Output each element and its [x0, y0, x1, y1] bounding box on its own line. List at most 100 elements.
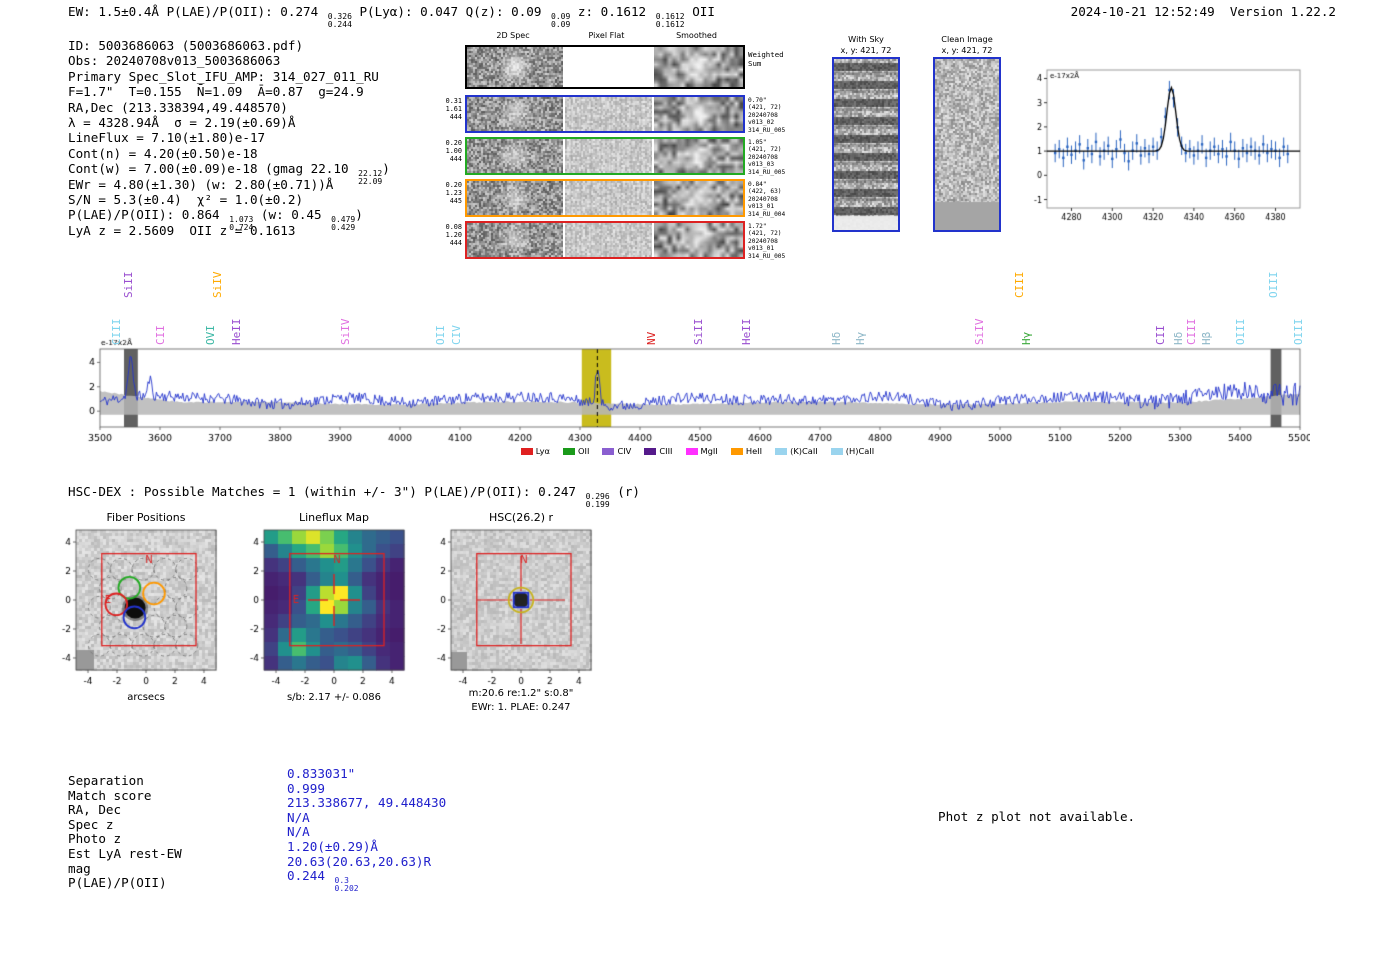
smoothed-cell [654, 223, 743, 257]
spec2d-row-info: 1.05" (421, 72) 20240708 v013_03 314_RU_… [748, 139, 785, 176]
legend-item: HeII [731, 446, 762, 456]
info-line: RA,Dec (213.338394,49.448570) [68, 100, 390, 115]
spec2d-row-weights: 0.20 1.23 445 [432, 181, 462, 205]
info-line: Cont(w) = 7.00(±0.09)e-18 (gmag 22.10 22… [68, 161, 390, 176]
match-field-label: Match score [68, 789, 182, 804]
info-line: S/N = 5.3(±0.4) χ² = 1.0(±0.2) [68, 192, 390, 207]
elixer-report-page: EW: 1.5±0.4Å P(LAE)/P(OII): 0.274 0.3260… [0, 0, 1400, 953]
spec2d-row [465, 221, 745, 259]
lineflux-map-plot [230, 526, 416, 690]
legend-item: Lyα [521, 446, 550, 456]
spectral-line-label: CIII [1013, 272, 1026, 299]
spectral-line-label: SiIV [973, 319, 986, 346]
legend-item: CIV [602, 446, 631, 456]
spec2d-row-info: 0.84" (422, 63) 20240708 v013_01 314_RU_… [748, 181, 785, 218]
info-block: ID: 5003686063 (5003686063.pdf)Obs: 2024… [68, 38, 390, 238]
info-line: EWr = 4.80(±1.30) (w: 2.80(±0.71))Å [68, 177, 390, 192]
spectral-line-label: CIII [1185, 319, 1198, 346]
spec2d-row [465, 95, 745, 133]
line-fit-plot [1020, 58, 1304, 230]
spectrum-legend: Lyα OII CIV CIII MgII HeII (K)CaII (H)CaII [85, 446, 1310, 456]
pixelflat-cell [565, 139, 652, 173]
weighted-sum-label: Weighted Sum [748, 51, 784, 68]
match-field-value: 0.999 [287, 782, 446, 797]
legend-label: OII [578, 446, 589, 456]
pixelflat-cell [565, 97, 652, 131]
smoothed-cell [654, 97, 743, 131]
info-line: P(LAE)/P(OII): 0.864 1.0730.724 (w: 0.45… [68, 207, 390, 222]
info-line: F=1.7" T=0.155 N̄=1.09 Ā=0.87 g=24.9 [68, 84, 390, 99]
spec2d-cell [467, 97, 563, 131]
match-table-values: 0.833031"0.999213.338677, 49.448430N/AN/… [287, 767, 446, 884]
legend-label: (H)CaII [846, 446, 874, 456]
spectral-line-label: SiII [122, 272, 135, 299]
smoothed-cell [654, 139, 743, 173]
stacked-uncertainty: 0.2960.199 [586, 493, 610, 508]
info-line: λ = 4328.94Å σ = 2.19(±0.69)Å [68, 115, 390, 130]
pixelflat-cell [565, 223, 652, 257]
info-line: ID: 5003686063 (5003686063.pdf) [68, 38, 390, 53]
legend-label: (K)CaII [790, 446, 818, 456]
spectral-line-label: Hδ [830, 332, 843, 345]
hsc-dex-match-line: HSC-DEX : Possible Matches = 1 (within +… [68, 484, 640, 508]
with-sky-image [834, 59, 898, 230]
stacked-uncertainty: 0.30.202 [335, 877, 359, 892]
spec2d-cell [467, 223, 563, 257]
legend-item: (K)CaII [775, 446, 818, 456]
spectral-line-label: CII [1154, 325, 1167, 345]
match-field-label: Photo z [68, 832, 182, 847]
match-field-value: 0.244 0.30.202 [287, 869, 446, 884]
match-field-label: mag [68, 862, 182, 877]
spectral-line-label: HeII [230, 319, 243, 346]
spectral-line-label: Hγ [854, 332, 867, 345]
spectral-line-label: SiIV [339, 319, 352, 346]
legend-swatch [831, 448, 843, 455]
legend-item: CIII [644, 446, 672, 456]
legend-swatch [521, 448, 533, 455]
spec2d-row-info: 1.72" (421, 72) 20240708 v013_01 314_RU_… [748, 223, 785, 260]
match-field-label: Spec z [68, 818, 182, 833]
spectral-line-label: SiII [692, 319, 705, 346]
with-sky-panel [832, 57, 900, 232]
legend-swatch [775, 448, 787, 455]
spec2d-row-weights: 0.31 1.61 444 [432, 97, 462, 121]
info-line: Obs: 20240708v013_5003686063 [68, 53, 390, 68]
clean-image-panel [933, 57, 1001, 232]
full-spectrum-plot [85, 337, 1310, 457]
spectral-line-label: CIII [110, 319, 123, 346]
legend-swatch [602, 448, 614, 455]
hsc-r-title: HSC(26.2) r [451, 511, 591, 524]
pixelflat-cell [565, 47, 652, 87]
clean-image-title: Clean Image [917, 34, 1017, 44]
spectral-line-label: OVI [204, 325, 217, 345]
legend-swatch [686, 448, 698, 455]
info-line: Cont(n) = 4.20(±0.50)e-18 [68, 146, 390, 161]
spectral-line-label: OIII [1267, 272, 1280, 299]
with-sky-title: With Sky [816, 34, 916, 44]
smoothed-cell [654, 47, 743, 87]
spectral-line-label: Hβ [1200, 332, 1213, 345]
fiber-positions-plot [42, 526, 228, 690]
spectral-line-label: OIII [1234, 319, 1247, 346]
legend-item: OII [563, 446, 589, 456]
legend-label: HeII [746, 446, 762, 456]
stacked-uncertainty: 0.4790.429 [331, 216, 355, 231]
match-field-value: 0.833031" [287, 767, 446, 782]
legend-item: MgII [686, 446, 718, 456]
info-line: LineFlux = 7.10(±1.80)e-17 [68, 130, 390, 145]
legend-swatch [563, 448, 575, 455]
stacked-uncertainty: 0.16120.1612 [656, 13, 685, 28]
spec2d-row-info: 0.70" (421, 72) 20240708 v013_02 314_RU_… [748, 97, 785, 134]
legend-swatch [644, 448, 656, 455]
match-field-value: N/A [287, 811, 446, 826]
spectral-line-label: Hγ [1020, 332, 1033, 345]
header-stats: EW: 1.5±0.4Å P(LAE)/P(OII): 0.274 0.3260… [68, 4, 715, 28]
spec2d-header-smoothed: Smoothed [652, 31, 741, 40]
hsc-r-caption-2: EWr: 1. PLAE: 0.247 [441, 702, 601, 713]
legend-label: CIII [659, 446, 672, 456]
pixelflat-cell [565, 181, 652, 215]
legend-item: (H)CaII [831, 446, 874, 456]
spec2d-row [465, 137, 745, 175]
stacked-uncertainty: 22.1222.09 [358, 170, 382, 185]
smoothed-cell [654, 181, 743, 215]
